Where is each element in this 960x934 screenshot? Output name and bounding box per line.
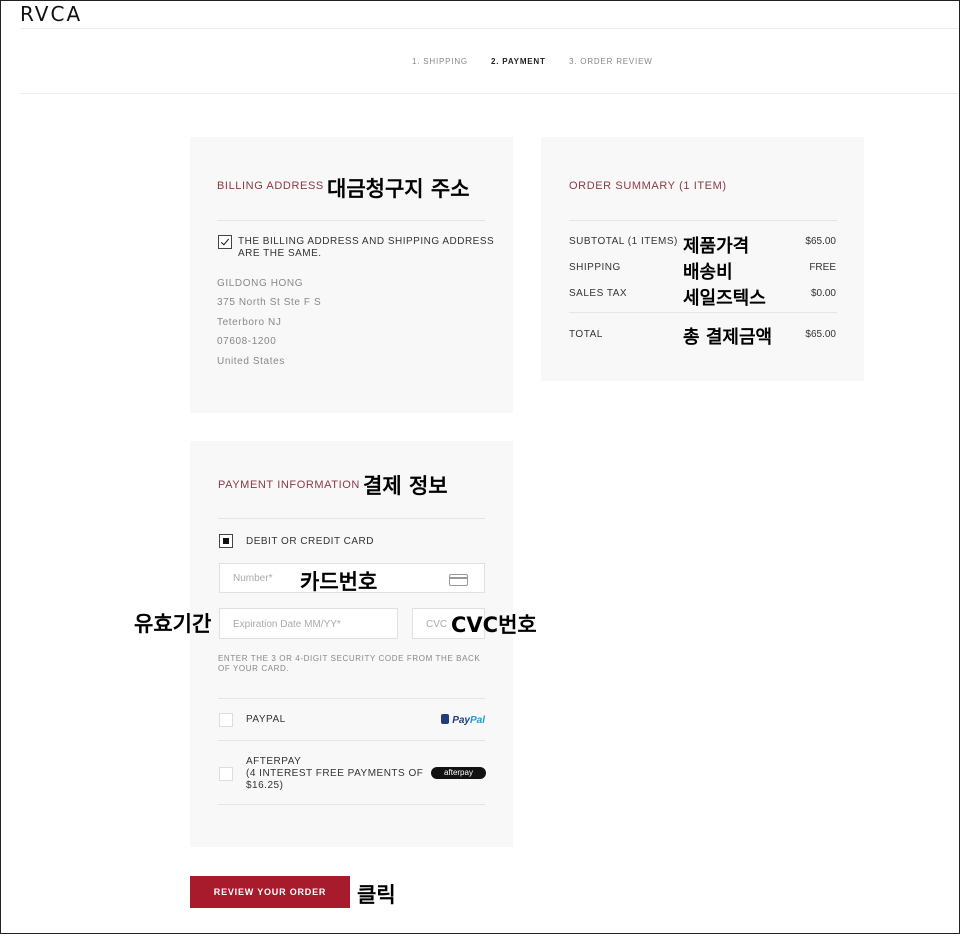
expiration-annotation: 유효기간 <box>134 612 212 636</box>
address-country: United States <box>217 356 285 367</box>
billing-annotation: 대금청구지 주소 <box>327 177 470 201</box>
address-city: Teterboro NJ <box>217 317 282 328</box>
cvc-placeholder: CVC <box>426 619 448 630</box>
card-option-label[interactable]: DEBIT OR CREDIT CARD <box>246 536 374 547</box>
order-summary-title: ORDER SUMMARY (1 ITEM) <box>569 180 727 192</box>
payment-divider-afterpay <box>218 740 485 741</box>
paypal-option-label[interactable]: PAYPAL <box>246 714 286 725</box>
card-option-radio[interactable] <box>219 534 233 548</box>
paypal-p-icon <box>441 714 450 724</box>
review-your-order-button[interactable]: REVIEW YOUR ORDER <box>190 876 350 908</box>
address-zip: 07608-1200 <box>217 336 277 347</box>
card-number-annotation: 카드번호 <box>300 570 378 594</box>
cvc-hint: ENTER THE 3 OR 4-DIGIT SECURITY CODE FRO… <box>218 654 488 674</box>
paypal-option-radio[interactable] <box>219 713 233 727</box>
shipping-annotation: 배송비 <box>683 262 733 283</box>
payment-information-panel: PAYMENT INFORMATION 결제 정보 DEBIT OR CREDI… <box>190 441 537 847</box>
header-divider <box>20 28 958 29</box>
sales-tax-annotation: 세일즈텍스 <box>683 288 766 309</box>
paypal-logo-pal: Pal <box>469 715 485 726</box>
billing-divider <box>217 220 485 221</box>
expiration-date-placeholder: Expiration Date MM/YY* <box>233 619 341 630</box>
afterpay-option-label-1[interactable]: AFTERPAY <box>246 756 301 767</box>
step-payment[interactable]: 2. PAYMENT <box>491 57 546 66</box>
address-name: GILDONG HONG <box>217 278 304 289</box>
sales-tax-label: SALES TAX <box>569 288 628 299</box>
sales-tax-value: $0.00 <box>810 288 836 299</box>
total-annotation: 총 결제금액 <box>683 327 773 348</box>
afterpay-option-radio[interactable] <box>219 767 233 781</box>
step-shipping[interactable]: 1. SHIPPING <box>412 57 468 66</box>
order-summary-panel: ORDER SUMMARY (1 ITEM) SUBTOTAL (1 ITEMS… <box>541 137 864 381</box>
cvc-annotation: CVC번호 <box>451 613 537 637</box>
step-order-review[interactable]: 3. ORDER REVIEW <box>569 57 653 66</box>
payment-information-title: PAYMENT INFORMATION <box>218 479 360 491</box>
paypal-logo: PayPal <box>441 714 485 726</box>
billing-address-title: BILLING ADDRESS <box>217 180 324 192</box>
paypal-logo-pay: Pay <box>452 715 470 726</box>
payment-divider-top <box>218 518 485 519</box>
summary-divider-bottom <box>569 312 837 313</box>
billing-address-panel: BILLING ADDRESS 대금청구지 주소 THE BILLING ADD… <box>190 137 513 413</box>
rvca-logo[interactable]: RVCA <box>20 2 82 26</box>
cvc-hint-line-1: ENTER THE 3 OR 4-DIGIT SECURITY CODE FRO… <box>218 654 481 663</box>
review-annotation: 클릭 <box>357 883 396 907</box>
total-label: TOTAL <box>569 329 603 340</box>
subtotal-label: SUBTOTAL (1 ITEMS) <box>569 236 678 247</box>
same-address-label-2[interactable]: ARE THE SAME. <box>238 248 322 259</box>
shipping-value: FREE <box>809 262 836 273</box>
steps-divider <box>20 93 958 94</box>
afterpay-option-label-2[interactable]: (4 INTEREST FREE PAYMENTS OF <box>246 768 423 779</box>
payment-divider-paypal <box>218 698 485 699</box>
total-value: $65.00 <box>805 329 836 340</box>
subtotal-annotation: 제품가격 <box>683 236 750 257</box>
expiration-date-input[interactable]: Expiration Date MM/YY* <box>219 608 398 639</box>
afterpay-logo: afterpay <box>431 767 486 779</box>
shipping-label: SHIPPING <box>569 262 621 273</box>
credit-card-icon <box>449 573 468 591</box>
subtotal-value: $65.00 <box>805 236 836 247</box>
card-number-placeholder: Number* <box>233 573 273 584</box>
address-street: 375 North St Ste F S <box>217 297 322 308</box>
cvc-hint-line-2: OF YOUR CARD. <box>218 664 290 673</box>
payment-annotation: 결제 정보 <box>363 474 448 498</box>
afterpay-option-label-3[interactable]: $16.25) <box>246 780 283 791</box>
payment-divider-bottom <box>218 804 485 805</box>
same-address-checkbox[interactable] <box>218 235 232 249</box>
summary-divider-top <box>569 220 837 221</box>
same-address-label-1[interactable]: THE BILLING ADDRESS AND SHIPPING ADDRESS <box>238 236 494 247</box>
